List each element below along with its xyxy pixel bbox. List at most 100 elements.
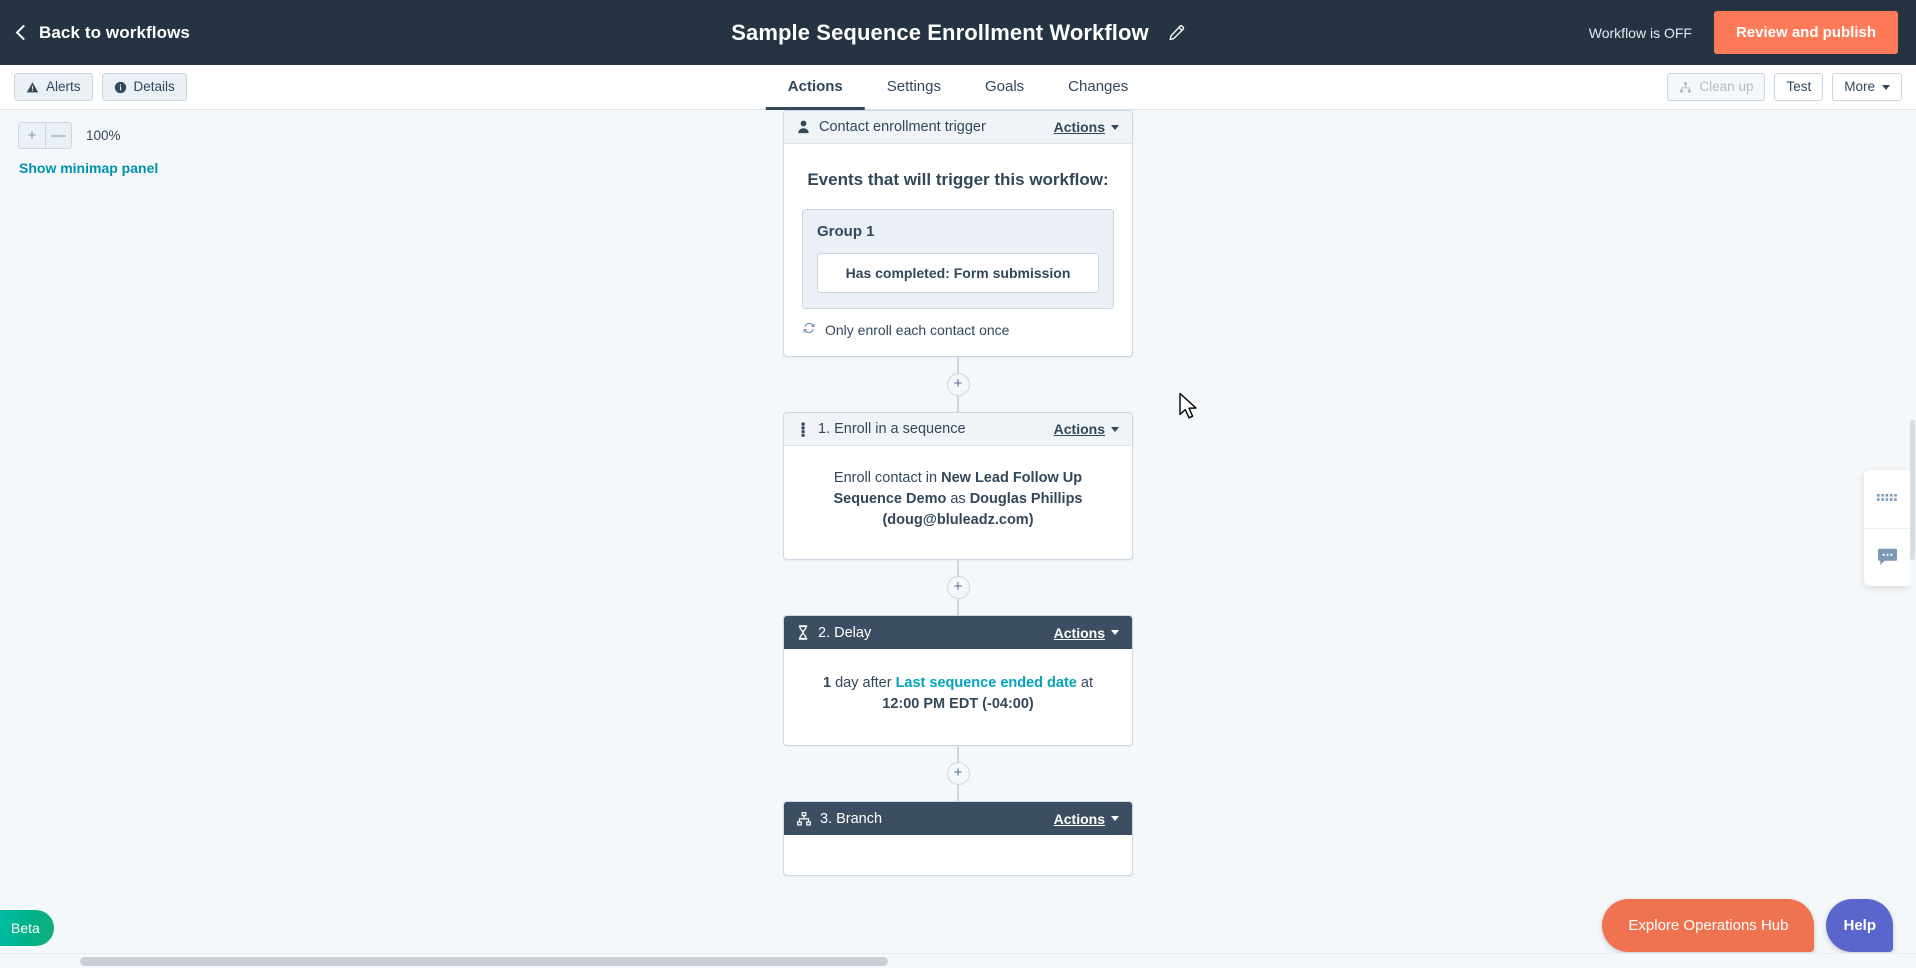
step-2-title: 2. Delay [818,624,872,641]
workflow-flow-column: Contact enrollment trigger Actions Event… [783,110,1133,877]
trigger-card-body: Events that will trigger this workflow: … [784,144,1132,356]
trigger-criterion[interactable]: Has completed: Form submission [817,253,1099,293]
chevron-down-icon [1882,84,1890,90]
step-1-actions-menu[interactable]: Actions [1054,421,1119,437]
dock-chat-button[interactable] [1864,528,1910,586]
refresh-icon [802,321,816,338]
delay-property[interactable]: Last sequence ended date [896,675,1077,691]
chevron-down-icon [1111,630,1119,636]
more-label: More [1844,78,1875,94]
zoom-out-button[interactable]: — [45,122,72,149]
tab-actions[interactable]: Actions [765,65,865,110]
canvas-vertical-scroll-thumb[interactable] [1910,420,1915,560]
back-to-workflows-label: Back to workflows [39,22,190,42]
alerts-label: Alerts [46,78,81,94]
zoom-controls: + — 100% [18,122,121,149]
clean-up-button[interactable]: Clean up [1667,72,1766,102]
pencil-icon[interactable] [1167,24,1185,42]
workflow-status-text: Workflow is OFF [1588,24,1692,41]
step-2-body: 1 day after Last sequence ended date at … [784,649,1132,745]
trigger-actions-menu[interactable]: Actions [1054,119,1119,135]
clean-up-label: Clean up [1699,78,1754,94]
step-1-description: Enroll contact in New Lead Follow Up Seq… [810,468,1106,531]
top-navigation-bar: Back to workflows Sample Sequence Enroll… [0,0,1916,65]
zoom-button-group: + — [18,122,72,149]
tab-settings[interactable]: Settings [865,65,963,110]
workflow-canvas[interactable]: + — 100% Show minimap panel Contact enro… [0,110,1916,968]
mouse-cursor [1179,392,1197,419]
test-button[interactable]: Test [1774,72,1824,102]
apps-grid-icon [1877,493,1897,501]
delay-at: at [1076,675,1093,692]
chevron-down-icon [1111,426,1119,432]
step-1-actions-label: Actions [1053,421,1105,437]
step-card-delay[interactable]: 2. Delay Actions 1 day after Last sequen… [783,615,1133,747]
canvas-horizontal-scrollbar[interactable] [0,953,1916,968]
add-step-button[interactable]: + [946,373,970,396]
chevron-down-icon [1111,816,1119,822]
add-step-button[interactable]: + [946,576,970,600]
step-1-prefix: Enroll contact in [833,470,942,486]
tab-changes[interactable]: Changes [1046,65,1150,110]
explore-operations-hub-button[interactable]: Explore Operations Hub [1602,899,1815,952]
step-3-actions-menu[interactable]: Actions [1054,811,1119,827]
connector-1: + [783,357,1133,412]
dock-apps-button[interactable] [1864,470,1910,528]
connector-2: + [783,560,1133,615]
plus-icon: + [953,764,963,782]
page-title: Sample Sequence Enrollment Workflow [731,19,1149,45]
tab-changes-label: Changes [1068,77,1129,95]
details-label: Details [133,78,175,94]
help-button[interactable]: Help [1826,899,1893,952]
step-card-branch[interactable]: 3. Branch Actions [783,801,1133,877]
step-2-actions-menu[interactable]: Actions [1054,625,1119,641]
canvas-vertical-scrollbar[interactable] [1910,110,1916,953]
alert-triangle-icon [26,81,39,92]
trigger-group-title: Group 1 [817,223,875,240]
details-button[interactable]: Details [101,72,187,102]
enroll-once-row: Only enroll each contact once [802,321,1114,338]
step-3-body [784,835,1132,875]
hourglass-icon [797,625,809,640]
tab-goals[interactable]: Goals [963,65,1046,110]
tab-goals-label: Goals [984,77,1025,95]
step-1-body: Enroll contact in New Lead Follow Up Seq… [784,446,1132,559]
canvas-horizontal-scroll-thumb[interactable] [80,957,888,966]
delay-unit: day after [831,675,896,692]
step-1-mid: as [946,491,970,508]
step-2-actions-label: Actions [1053,624,1105,641]
alerts-button[interactable]: Alerts [14,72,93,102]
trigger-group-1: Group 1 Has completed: Form submission [802,209,1114,309]
step-3-header: 3. Branch Actions [784,802,1132,836]
workflow-title-group: Sample Sequence Enrollment Workflow [731,20,1185,46]
tab-settings-label: Settings [886,77,941,95]
chevron-down-icon [1111,124,1119,130]
workflow-tabs: Actions Settings Goals Changes [765,65,1150,110]
beta-badge[interactable]: Beta [0,910,54,946]
secondary-toolbar: Alerts Details Actions Settings Goals Ch… [0,65,1916,110]
enroll-once-label: Only enroll each contact once [825,321,1010,338]
review-and-publish-button[interactable]: Review and publish [1713,11,1898,54]
delay-time: 12:00 PM EDT (-04:00) [882,696,1034,713]
contact-icon [797,120,810,134]
plus-icon: + [953,578,963,596]
chevron-left-icon [15,24,32,40]
plus-icon: + [953,375,963,392]
side-dock-panel [1864,470,1910,586]
topbar-actions: Workflow is OFF Review and publish [1589,11,1898,54]
more-button[interactable]: More [1832,72,1902,102]
show-minimap-panel-link[interactable]: Show minimap panel [19,160,158,176]
trigger-heading: Events that will trigger this workflow: [807,170,1109,189]
test-label: Test [1786,78,1812,94]
step-3-title: 3. Branch [820,810,883,827]
zoom-in-button[interactable]: + [18,122,45,149]
step-2-description: 1 day after Last sequence ended date at … [806,673,1110,715]
back-to-workflows-link[interactable]: Back to workflows [15,22,190,43]
step-card-enroll-in-sequence[interactable]: 1. Enroll in a sequence Actions Enroll c… [783,412,1133,561]
step-1-person-name: Douglas Phillips [969,491,1083,508]
contact-enrollment-trigger-card[interactable]: Contact enrollment trigger Actions Event… [783,110,1133,357]
step-3-actions-label: Actions [1053,810,1105,827]
add-step-button[interactable]: + [946,762,970,786]
trigger-card-title: Contact enrollment trigger [819,119,986,135]
cleanup-nodes-icon [1680,81,1692,93]
